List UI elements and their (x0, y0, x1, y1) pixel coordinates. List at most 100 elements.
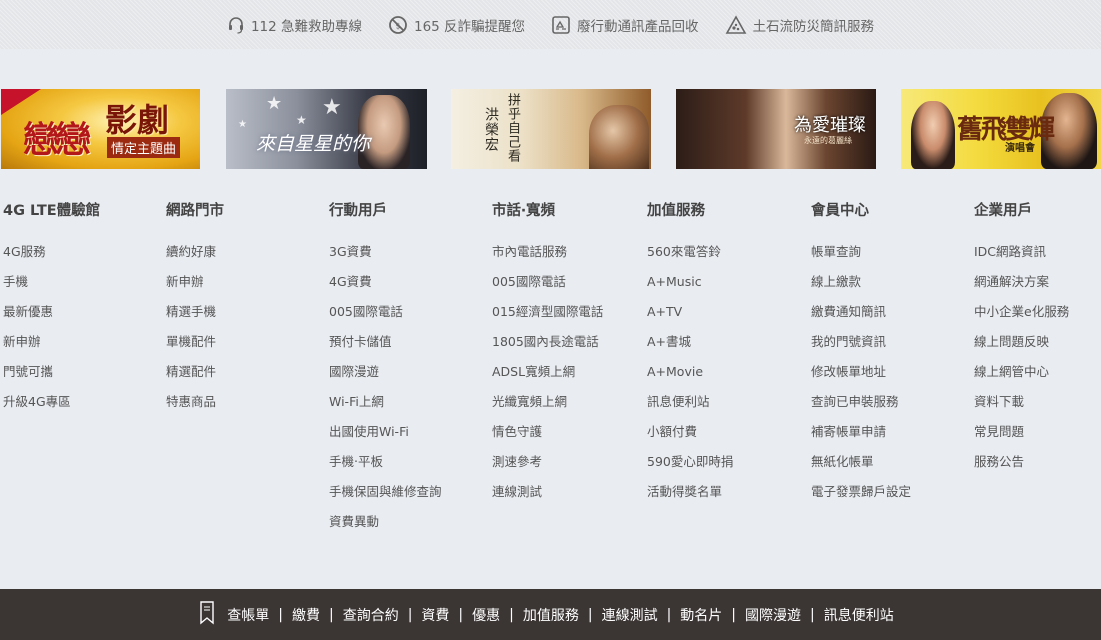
separator: | (666, 606, 672, 623)
footer-link[interactable]: 預付卡儲值 (329, 331, 442, 361)
footer-link[interactable]: 服務公告 (974, 451, 1069, 481)
footer-link[interactable]: 560來電答鈴 (647, 241, 733, 271)
footer-link[interactable]: 我的門號資訊 (811, 331, 911, 361)
footer-link[interactable]: 訊息便利站 (647, 391, 733, 421)
footer-link[interactable]: 帳單查詢 (811, 241, 911, 271)
footer-link[interactable]: 015經濟型國際電話 (492, 301, 603, 331)
footer-link[interactable]: 3G資費 (329, 241, 442, 271)
separator: | (278, 606, 283, 623)
quick-link-offers[interactable]: 優惠 (472, 605, 500, 625)
footer-link[interactable]: 資費異動 (329, 511, 442, 541)
column-enterprise-users: 企業用戶 IDC網路資訊 網通解決方案 中小企業e化服務 線上問題反映 線上網管… (974, 200, 1069, 481)
footer-link[interactable]: 資料下載 (974, 391, 1069, 421)
notice-phone-recycling[interactable]: 廢行動通訊產品回收 (551, 15, 699, 35)
footer-link[interactable]: 修改帳單地址 (811, 361, 911, 391)
separator: | (731, 606, 737, 623)
footer-link[interactable]: 情色守護 (492, 421, 603, 451)
footer-link[interactable]: 光纖寬頻上網 (492, 391, 603, 421)
footer-link[interactable]: 中小企業e化服務 (974, 301, 1069, 331)
quick-link-dynamic-card[interactable]: 動名片 (680, 605, 722, 625)
footer-link[interactable]: 4G資費 (329, 271, 442, 301)
column-heading[interactable]: 市話‧寬頻 (492, 200, 603, 222)
separator: | (587, 606, 593, 623)
footer-link[interactable]: 小額付費 (647, 421, 733, 451)
footer-link[interactable]: A+Music (647, 271, 733, 301)
recycle-icon (551, 15, 571, 35)
footer-link[interactable]: 測速參考 (492, 451, 603, 481)
footer-link[interactable]: 查詢已申裝服務 (811, 391, 911, 421)
emergency-notice-bar: 112 急難救助專線 $ 165 反詐騙提醒您 廢行動通訊產品回收 土石流防災簡… (0, 0, 1101, 49)
footer-link[interactable]: 新申辦 (166, 271, 224, 301)
footer-link[interactable]: 無紙化帳單 (811, 451, 911, 481)
footer-link[interactable]: 新申辦 (3, 331, 100, 361)
footer-link[interactable]: 續約好康 (166, 241, 224, 271)
footer-link[interactable]: A+Movie (647, 361, 733, 391)
quick-link-rates[interactable]: 資費 (421, 605, 449, 625)
footer-link[interactable]: 補寄帳單申請 (811, 421, 911, 451)
footer-link[interactable]: 手機‧平板 (329, 451, 442, 481)
notice-label: 土石流防災簡訊服務 (752, 18, 875, 35)
banner-album-promo[interactable]: 拼乎自己看 洪榮宏 (451, 89, 651, 169)
quick-link-contract-inquiry[interactable]: 查詢合約 (343, 605, 399, 625)
banner-subtitle: 演唱會 (1005, 143, 1035, 154)
footer-link[interactable]: 特惠商品 (166, 391, 224, 421)
notice-165-anti-fraud[interactable]: $ 165 反詐騙提醒您 (388, 15, 525, 35)
banner-title: 影劇 (105, 101, 170, 139)
notice-landslide-sms[interactable]: 土石流防災簡訊服務 (725, 14, 875, 35)
star-icon: ★ (266, 93, 283, 114)
quick-link-connection-test[interactable]: 連線測試 (602, 605, 658, 625)
column-heading[interactable]: 網路門市 (166, 200, 224, 222)
footer-link[interactable]: 1805國內長途電話 (492, 331, 603, 361)
footer-link[interactable]: 005國際電話 (329, 301, 442, 331)
bookmark-icon (199, 600, 215, 629)
footer-link[interactable]: 線上問題反映 (974, 331, 1069, 361)
footer-link[interactable]: 590愛心即時捐 (647, 451, 733, 481)
svg-text:$: $ (395, 21, 400, 30)
quick-link-roaming[interactable]: 國際漫遊 (745, 605, 801, 625)
star-icon: ★ (296, 113, 307, 127)
footer-link[interactable]: 常見問題 (974, 421, 1069, 451)
footer-link[interactable]: 4G服務 (3, 241, 100, 271)
footer-link[interactable]: 單機配件 (166, 331, 224, 361)
quick-link-value-added-services[interactable]: 加值服務 (523, 605, 579, 625)
footer-link[interactable]: A+書城 (647, 331, 733, 361)
footer-link[interactable]: 線上網管中心 (974, 361, 1069, 391)
footer-link[interactable]: 手機保固與維修查詢 (329, 481, 442, 511)
column-heading[interactable]: 加值服務 (647, 200, 733, 222)
footer-link[interactable]: 線上繳款 (811, 271, 911, 301)
banner-my-love-from-the-star[interactable]: ★ ★ ★ ★ 來自星星的你 (226, 89, 427, 169)
quick-link-bill-inquiry[interactable]: 查帳單 (227, 605, 269, 625)
footer-link[interactable]: ADSL寬頻上網 (492, 361, 603, 391)
banner-title: 戀戀 (23, 119, 91, 161)
footer-link[interactable]: 活動得獎名單 (647, 481, 733, 511)
footer-link[interactable]: 國際漫遊 (329, 361, 442, 391)
footer-link[interactable]: 繳費通知簡訊 (811, 301, 911, 331)
footer-link[interactable]: IDC網路資訊 (974, 241, 1069, 271)
column-heading[interactable]: 會員中心 (811, 200, 911, 222)
quick-link-message-station[interactable]: 訊息便利站 (824, 605, 894, 625)
footer-link[interactable]: 精選配件 (166, 361, 224, 391)
banner-drama-theme-songs[interactable]: 戀戀 影劇 情定主題曲 (1, 89, 200, 169)
footer-link[interactable]: 精選手機 (166, 301, 224, 331)
quick-links-bar: 查帳單 | 繳費 | 查詢合約 | 資費 | 優惠 | 加值服務 | 連線測試 … (0, 589, 1101, 640)
footer-link[interactable]: 電子發票歸戶設定 (811, 481, 911, 511)
notice-112-emergency[interactable]: 112 急難救助專線 (227, 15, 362, 35)
footer-link[interactable]: 005國際電話 (492, 271, 603, 301)
footer-link[interactable]: 出國使用Wi-Fi (329, 421, 442, 451)
column-mobile-users: 行動用戶 3G資費 4G資費 005國際電話 預付卡儲值 國際漫遊 Wi-Fi上… (329, 200, 442, 541)
footer-link[interactable]: 最新優惠 (3, 301, 100, 331)
footer-link[interactable]: 連線測試 (492, 481, 603, 511)
column-heading[interactable]: 4G LTE體驗館 (3, 200, 100, 222)
footer-link[interactable]: 升級4G專區 (3, 391, 100, 421)
banner-movie-grace[interactable]: 為愛璀璨 永遠的葛麗絲 (676, 89, 876, 169)
footer-link[interactable]: 市內電話服務 (492, 241, 603, 271)
footer-link[interactable]: 手機 (3, 271, 100, 301)
banner-concert[interactable]: 舊飛雙輝 演唱會 (901, 89, 1101, 169)
footer-link[interactable]: A+TV (647, 301, 733, 331)
column-heading[interactable]: 企業用戶 (974, 200, 1069, 222)
footer-link[interactable]: Wi-Fi上網 (329, 391, 442, 421)
footer-link[interactable]: 門號可攜 (3, 361, 100, 391)
quick-link-payment[interactable]: 繳費 (292, 605, 320, 625)
footer-link[interactable]: 網通解決方案 (974, 271, 1069, 301)
column-heading[interactable]: 行動用戶 (329, 200, 442, 222)
